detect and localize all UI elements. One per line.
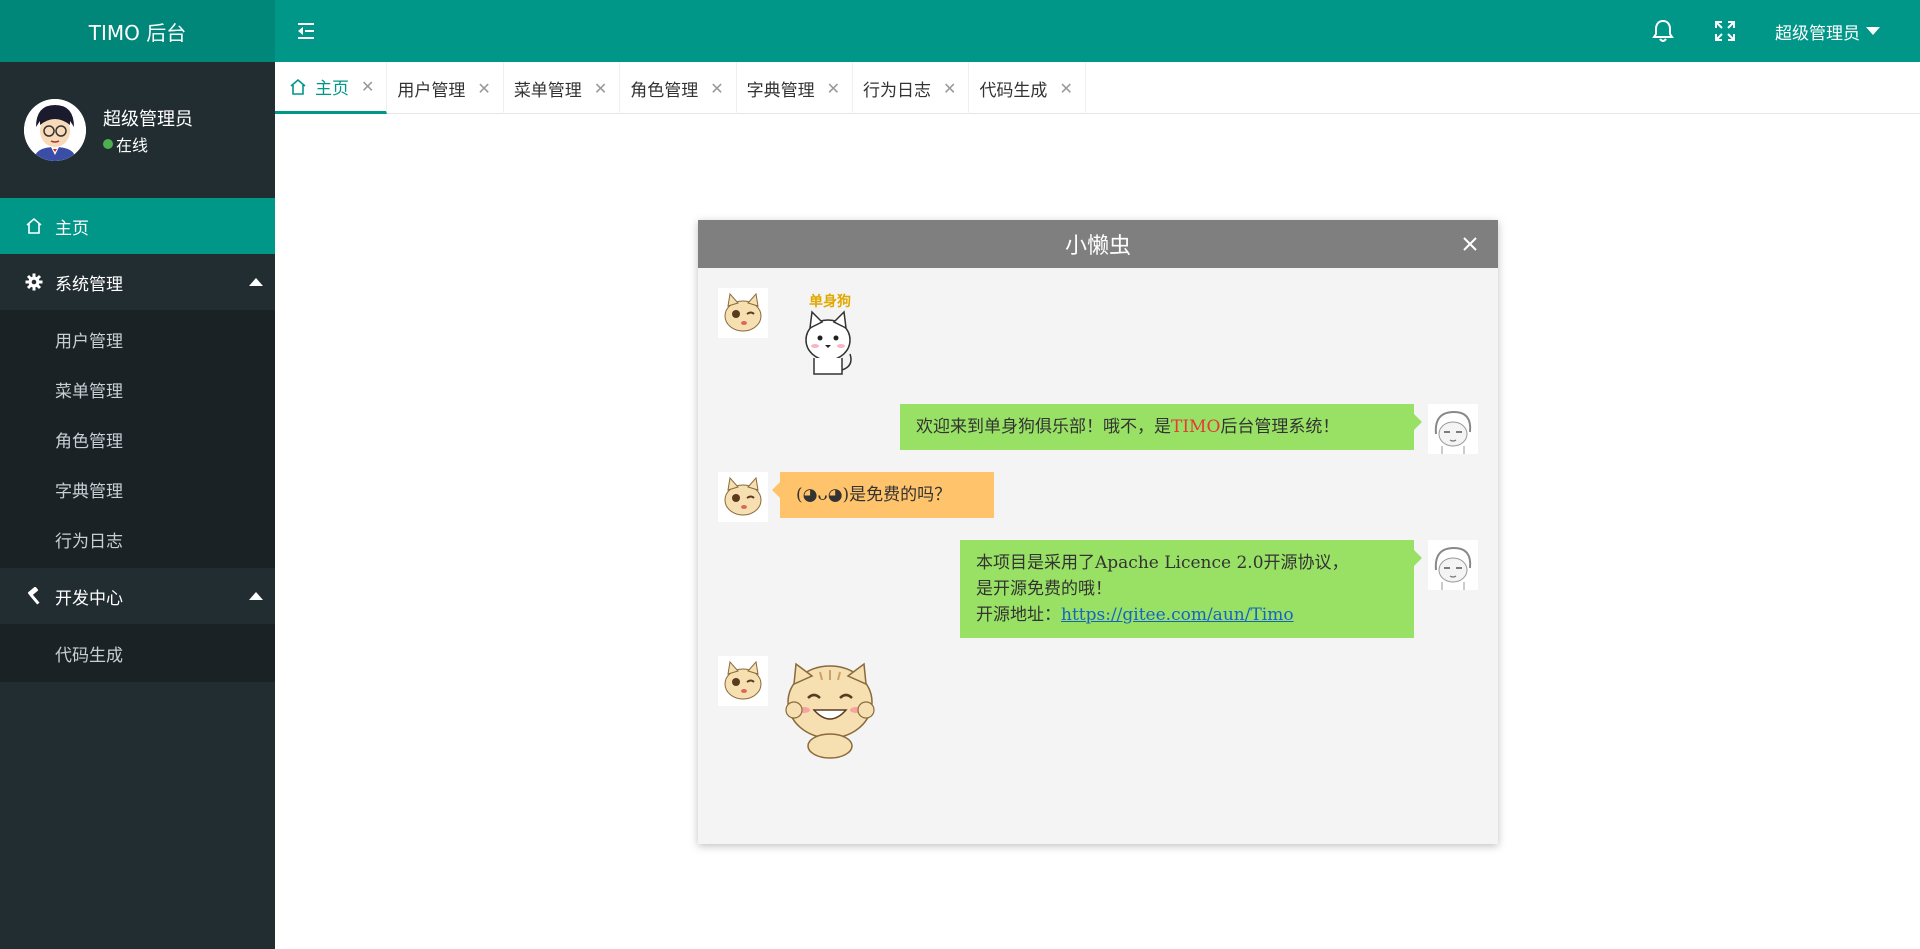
user-status: 在线 bbox=[103, 132, 148, 156]
message-text: 后台管理系统！ bbox=[1220, 417, 1340, 437]
close-icon[interactable]: ✕ bbox=[943, 79, 956, 98]
sidebar-item-home[interactable]: 主页 bbox=[0, 198, 275, 254]
header-right: 超级管理员 bbox=[1651, 0, 1880, 62]
message-text: (◕ᴗ◕)是免费的吗？ bbox=[796, 485, 952, 505]
message-text: 是开源免费的哦！ bbox=[976, 579, 1112, 599]
sidebar-item-menus[interactable]: 菜单管理 bbox=[0, 364, 275, 414]
online-dot-icon bbox=[103, 139, 113, 149]
tab-label: 菜单管理 bbox=[513, 80, 582, 101]
cat-avatar bbox=[718, 656, 768, 706]
chat-dialog: 小懒虫 单身狗 欢迎来到单身狗俱乐部！哦不，是TIMO后台管理系统！ (◕ᴗ◕)… bbox=[698, 220, 1498, 844]
dialog-header: 小懒虫 bbox=[698, 220, 1498, 268]
sidebar-sublist-system: 用户管理 菜单管理 角色管理 字典管理 行为日志 bbox=[0, 310, 275, 568]
dialog-title: 小懒虫 bbox=[1064, 234, 1131, 259]
sidebar-item-codegen[interactable]: 代码生成 bbox=[0, 628, 275, 678]
sidebar-sublist-dev: 代码生成 bbox=[0, 624, 275, 682]
message-text: 开源地址： bbox=[976, 605, 1061, 625]
message-text: 欢迎来到单身狗俱乐部！哦不，是 bbox=[916, 417, 1171, 437]
sketch-avatar bbox=[1428, 540, 1478, 590]
close-icon[interactable]: ✕ bbox=[827, 79, 840, 98]
close-icon[interactable]: ✕ bbox=[477, 79, 490, 98]
hammer-icon bbox=[24, 586, 44, 606]
sidebar-item-users[interactable]: 用户管理 bbox=[0, 314, 275, 364]
bell-icon[interactable] bbox=[1651, 19, 1675, 43]
tab-label: 代码生成 bbox=[979, 80, 1048, 101]
tab-logs[interactable]: 行为日志 ✕ bbox=[853, 62, 970, 114]
avatar bbox=[24, 99, 86, 161]
sidebar-item-roles[interactable]: 角色管理 bbox=[0, 414, 275, 464]
user-panel-name: 超级管理员 bbox=[103, 109, 193, 130]
home-icon bbox=[24, 216, 44, 236]
sidebar-group-system[interactable]: 系统管理 bbox=[0, 254, 275, 310]
sidebar-item-logs[interactable]: 行为日志 bbox=[0, 514, 275, 564]
tab-codegen[interactable]: 代码生成 ✕ bbox=[969, 62, 1086, 114]
tab-menus[interactable]: 菜单管理 ✕ bbox=[504, 62, 621, 114]
chevron-up-icon bbox=[249, 592, 263, 600]
user-menu[interactable]: 超级管理员 bbox=[1775, 19, 1880, 44]
tab-bar: 主页 ✕ 用户管理 ✕ 菜单管理 ✕ 角色管理 ✕ 字典管理 ✕ 行为日志 ✕ … bbox=[275, 62, 1920, 114]
message-link-row: 开源地址：https://gitee.com/aun/Timo bbox=[976, 602, 1398, 628]
tab-label: 用户管理 bbox=[397, 80, 466, 101]
sketch-avatar bbox=[1428, 404, 1478, 454]
home-icon bbox=[289, 78, 307, 96]
close-icon[interactable]: ✕ bbox=[361, 77, 374, 96]
sidebar: 超级管理员 在线 主页 系统管理 用户管理 菜单管理 角色管理 字典管理 行为日… bbox=[0, 62, 275, 949]
chevron-down-icon bbox=[1866, 27, 1880, 35]
sidebar-item-dicts[interactable]: 字典管理 bbox=[0, 464, 275, 514]
app-logo: TIMO 后台 bbox=[0, 0, 275, 62]
message-highlight: TIMO bbox=[1171, 417, 1221, 437]
happy-cat-sticker bbox=[780, 658, 884, 764]
user-menu-label: 超级管理员 bbox=[1775, 23, 1860, 44]
sidebar-group-label: 系统管理 bbox=[55, 274, 123, 295]
top-header: TIMO 后台 超级管理员 bbox=[0, 0, 1920, 62]
user-status-label: 在线 bbox=[116, 136, 149, 155]
gear-icon bbox=[24, 272, 44, 292]
close-icon[interactable]: ✕ bbox=[594, 79, 607, 98]
tab-label: 行为日志 bbox=[863, 80, 932, 101]
tab-label: 角色管理 bbox=[630, 80, 699, 101]
chat-message: 欢迎来到单身狗俱乐部！哦不，是TIMO后台管理系统！ bbox=[900, 404, 1422, 450]
sticker-text: 单身狗 bbox=[809, 293, 851, 310]
sidebar-group-dev[interactable]: 开发中心 bbox=[0, 568, 275, 624]
fullscreen-icon[interactable] bbox=[1713, 19, 1737, 43]
tab-home[interactable]: 主页 ✕ bbox=[275, 62, 388, 114]
menu-toggle-icon[interactable] bbox=[296, 19, 322, 43]
tab-label: 字典管理 bbox=[746, 80, 815, 101]
tab-dicts[interactable]: 字典管理 ✕ bbox=[737, 62, 854, 114]
cat-avatar bbox=[718, 288, 768, 338]
single-dog-sticker: 单身狗 bbox=[790, 290, 870, 384]
tab-roles[interactable]: 角色管理 ✕ bbox=[620, 62, 737, 114]
message-text: 本项目是采用了Apache Licence 2.0开源协议， bbox=[976, 553, 1349, 573]
chat-message: 本项目是采用了Apache Licence 2.0开源协议， 是开源免费的哦！ … bbox=[960, 540, 1422, 638]
sidebar-item-label: 主页 bbox=[55, 218, 89, 239]
close-icon[interactable]: ✕ bbox=[710, 79, 723, 98]
user-panel: 超级管理员 在线 bbox=[0, 62, 275, 198]
chevron-up-icon bbox=[249, 278, 263, 286]
close-icon[interactable]: ✕ bbox=[1059, 79, 1072, 98]
tab-users[interactable]: 用户管理 ✕ bbox=[387, 62, 504, 114]
repo-link[interactable]: https://gitee.com/aun/Timo bbox=[1061, 605, 1294, 625]
chat-message: (◕ᴗ◕)是免费的吗？ bbox=[772, 472, 994, 518]
cat-avatar bbox=[718, 472, 768, 522]
sidebar-group-label: 开发中心 bbox=[55, 588, 123, 609]
tab-label: 主页 bbox=[315, 79, 349, 99]
close-icon[interactable] bbox=[1460, 234, 1480, 254]
